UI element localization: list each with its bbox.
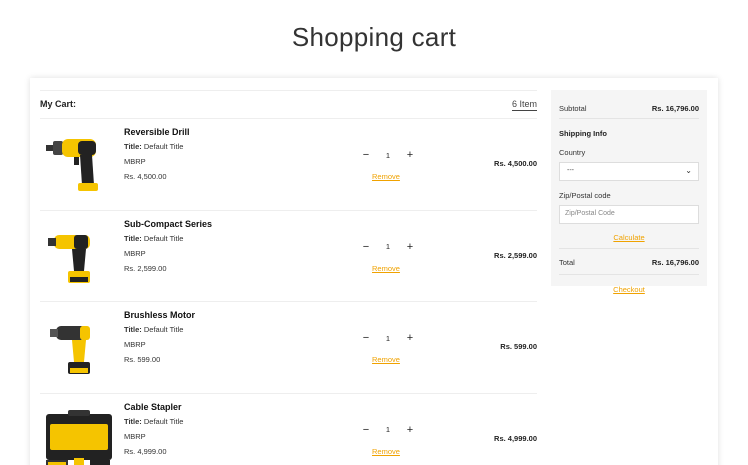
increase-qty-button[interactable]: + (404, 241, 416, 253)
product-unit-price: Rs. 4,500.00 (124, 172, 167, 181)
remove-item-link[interactable]: Remove (372, 264, 400, 273)
variant-label: Title: (124, 416, 142, 426)
decrease-qty-button[interactable]: − (360, 424, 372, 436)
country-selected-value: --- (567, 167, 574, 174)
product-name[interactable]: Sub-Compact Series (124, 219, 212, 229)
variant-label: Title: (124, 325, 142, 334)
country-select[interactable]: --- ⌄ (559, 162, 699, 181)
subtotal-row: Subtotal Rs. 16,796.00 (559, 90, 699, 119)
product-image-brushless-drill[interactable] (44, 316, 114, 378)
variant-value: Default Title (143, 416, 184, 426)
product-mbrp: MBRP (124, 431, 146, 441)
checkout-link[interactable]: Checkout (559, 274, 699, 294)
remove-item-link[interactable]: Remove (372, 172, 400, 181)
variant-label: Title: (124, 142, 142, 151)
product-name[interactable]: Cable Stapler (124, 402, 183, 412)
product-image-drill-driver[interactable] (44, 225, 114, 287)
line-total: Rs. 599.00 (500, 342, 537, 351)
quantity-stepper: − 1 + (360, 239, 416, 255)
product-unit-price: Rs. 4,999.00 (124, 446, 167, 456)
product-variant: Title: Default Title (124, 142, 190, 151)
product-image-tool-kit[interactable] (44, 408, 114, 465)
shipping-info-title: Shipping Info (559, 129, 607, 138)
remove-item-link[interactable]: Remove (372, 447, 400, 456)
quantity-stepper: − 1 + (360, 422, 416, 438)
cart-list: My Cart: 6 Item Reversible Drill Title: … (40, 90, 537, 465)
cart-item: Reversible Drill Title: Default Title MB… (40, 119, 537, 211)
product-name[interactable]: Reversible Drill (124, 127, 190, 137)
decrease-qty-button[interactable]: − (360, 149, 372, 161)
quantity-stepper: − 1 + (360, 147, 416, 163)
increase-qty-button[interactable]: + (404, 424, 416, 436)
subtotal-label: Subtotal (559, 104, 587, 113)
subtotal-value: Rs. 16,796.00 (651, 104, 699, 113)
zip-label: Zip/Postal code (559, 191, 611, 200)
product-variant: Title: Default Title (124, 325, 195, 334)
zip-input[interactable]: Zip/Postal Code (559, 205, 699, 224)
quantity-value[interactable]: 1 (386, 334, 390, 343)
variant-value: Default Title (143, 325, 184, 334)
line-total: Rs. 4,999.00 (494, 433, 537, 443)
quantity-stepper: − 1 + (360, 330, 416, 346)
quantity-value[interactable]: 1 (386, 151, 390, 160)
calculate-shipping-link[interactable]: Calculate (559, 233, 699, 242)
quantity-value[interactable]: 1 (386, 242, 390, 251)
product-mbrp: MBRP (124, 248, 146, 258)
product-image-drill[interactable] (44, 133, 114, 195)
total-value: Rs. 16,796.00 (651, 258, 699, 267)
cart-item: Brushless Motor Title: Default Title MBR… (40, 302, 537, 394)
decrease-qty-button[interactable]: − (360, 332, 372, 344)
chevron-down-icon: ⌄ (685, 166, 692, 175)
cart-header: My Cart: 6 Item (40, 90, 537, 119)
total-label: Total (559, 258, 575, 267)
product-variant: Title: Default Title (124, 417, 183, 426)
increase-qty-button[interactable]: + (404, 149, 416, 161)
product-variant: Title: Default Title (124, 234, 212, 243)
total-row: Total Rs. 16,796.00 (559, 248, 699, 274)
page-title: Shopping cart (291, 22, 457, 52)
product-unit-price: Rs. 599.00 (124, 355, 161, 364)
product-mbrp: MBRP (124, 157, 146, 166)
remove-item-link[interactable]: Remove (372, 355, 400, 364)
cart-item-count[interactable]: 6 Item (511, 99, 537, 111)
cart-item: Sub-Compact Series Title: Default Title … (40, 211, 537, 302)
country-label: Country (559, 148, 586, 157)
product-name[interactable]: Brushless Motor (124, 310, 195, 320)
cart-label: My Cart: (40, 99, 77, 109)
cart-panel: My Cart: 6 Item Reversible Drill Title: … (30, 78, 718, 465)
variant-label: Title: (124, 233, 142, 243)
line-total: Rs. 4,500.00 (494, 159, 537, 168)
quantity-value[interactable]: 1 (386, 425, 390, 434)
product-unit-price: Rs. 2,599.00 (124, 263, 167, 273)
line-total: Rs. 2,599.00 (494, 250, 537, 260)
order-summary: Subtotal Rs. 16,796.00 Shipping Info Cou… (551, 90, 707, 294)
cart-item: Cable Stapler Title: Default Title MBRP … (40, 394, 537, 465)
decrease-qty-button[interactable]: − (360, 241, 372, 253)
variant-value: Default Title (143, 142, 184, 151)
increase-qty-button[interactable]: + (404, 332, 416, 344)
variant-value: Default Title (143, 233, 184, 243)
product-mbrp: MBRP (124, 340, 146, 349)
